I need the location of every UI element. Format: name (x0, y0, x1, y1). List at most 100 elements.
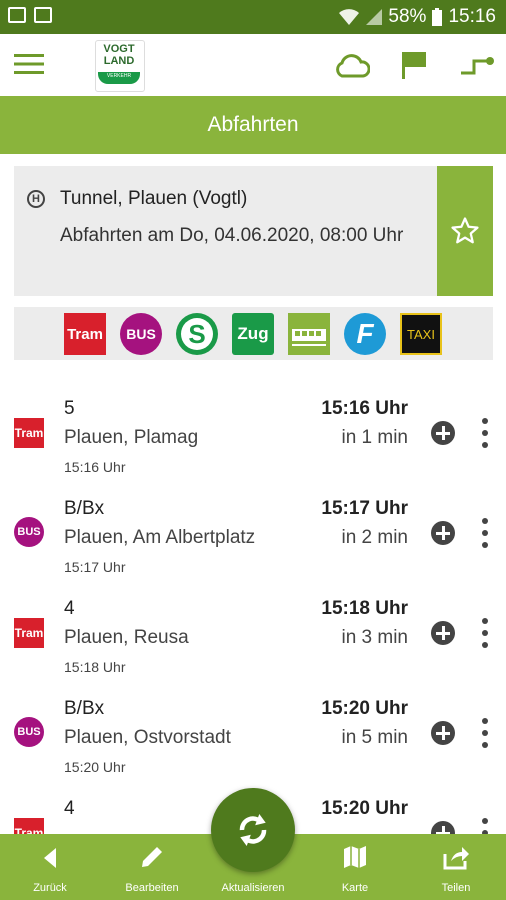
tram-icon: Tram (14, 818, 44, 835)
relative-time: in 5 min (341, 727, 408, 748)
departures-list: Tram 5 Plauen, Plamag 15:16 Uhr 15:16 Uh… (0, 383, 506, 835)
line-number: 4 (64, 798, 75, 819)
image-notification-icon (8, 7, 26, 23)
share-icon (443, 847, 469, 870)
flag-icon[interactable] (401, 50, 427, 80)
mode-icon-label: Tram (14, 626, 44, 640)
departure-time: 15:18 Uhr (321, 598, 408, 619)
status-bar: 58% 15:16 (0, 0, 506, 34)
mode-railcar-button[interactable] (288, 313, 330, 355)
mode-sbahn-button[interactable]: S (176, 313, 218, 355)
mode-zug-label: Zug (237, 324, 269, 343)
destination: Plauen, Ostvorstadt (64, 727, 231, 748)
line-number: 4 (64, 598, 75, 619)
battery-icon (432, 8, 443, 26)
stop-h-label: H (32, 193, 40, 205)
mode-bus-label: BUS (126, 326, 156, 342)
route-icon[interactable] (460, 56, 494, 76)
more-vert-icon[interactable] (480, 818, 490, 835)
refresh-icon (239, 813, 267, 847)
more-vert-icon[interactable] (480, 718, 490, 748)
add-icon[interactable] (431, 621, 455, 645)
add-icon[interactable] (431, 721, 455, 745)
stop-h-icon: H (27, 190, 45, 208)
clock: 15:16 (448, 6, 496, 27)
mode-icon-label: BUS (17, 526, 41, 538)
relative-time: in 1 min (341, 427, 408, 448)
destination: Plauen, Plamag (64, 427, 199, 448)
pencil-icon (142, 847, 162, 867)
star-icon (451, 217, 479, 244)
mode-tram-button[interactable]: Tram (64, 313, 106, 355)
mode-sbahn-label: S (188, 318, 206, 349)
scheduled-time: 15:18 Uhr (64, 659, 126, 675)
add-icon[interactable] (431, 421, 455, 445)
departure-time: 15:16 Uhr (321, 398, 408, 419)
departure-row[interactable]: BUS B/Bx Plauen, Am Albertplatz 15:17 Uh… (0, 483, 506, 584)
departure-time: 15:20 Uhr (321, 798, 408, 819)
mode-bus-button[interactable]: BUS (120, 313, 162, 355)
nav-back-label: Zurück (33, 882, 67, 894)
destination: Plauen, Reusa (64, 627, 189, 648)
nav-refresh-label: Aktualisieren (221, 882, 285, 894)
station-name: Tunnel, Plauen (Vogtl) (60, 188, 248, 209)
departure-time: 15:17 Uhr (321, 498, 408, 519)
station-card[interactable]: H Tunnel, Plauen (Vogtl) Abfahrten am Do… (14, 166, 437, 296)
mode-zug-button[interactable]: Zug (232, 313, 274, 355)
vogtland-logo: VOGT LAND VERKEHR (95, 40, 145, 92)
nav-share-label: Teilen (441, 882, 471, 894)
mode-ferry-label: F (356, 318, 374, 349)
mode-taxi-button[interactable]: TAXI (400, 313, 442, 355)
battery-percent: 58% (388, 6, 427, 27)
tram-icon: Tram (14, 618, 44, 648)
bus-icon: BUS (14, 517, 44, 547)
mode-ferry-button[interactable]: F (344, 313, 386, 355)
logo-text-3: VERKEHR (106, 73, 132, 79)
nav-edit-label: Bearbeiten (125, 882, 179, 894)
departure-row[interactable]: Tram 4 Plauen, Reusa 15:18 Uhr 15:18 Uhr… (0, 583, 506, 684)
nav-map-button[interactable]: Karte (315, 834, 395, 900)
mode-filter-bar: Tram BUS S Zug F TAXI (14, 307, 493, 360)
tram-icon: Tram (14, 418, 44, 448)
nav-back-button[interactable]: Zurück (10, 834, 90, 900)
wifi-icon (339, 9, 360, 25)
favorite-button[interactable] (437, 166, 493, 296)
refresh-button[interactable] (211, 788, 295, 872)
scheduled-time: 15:20 Uhr (64, 759, 126, 775)
relative-time: in 2 min (341, 527, 408, 548)
scheduled-time: 15:16 Uhr (64, 459, 126, 475)
mode-taxi-label: TAXI (407, 326, 435, 342)
line-number: B/Bx (64, 498, 105, 519)
more-vert-icon[interactable] (480, 518, 490, 548)
bus-icon: BUS (14, 717, 44, 747)
departure-row[interactable]: BUS B/Bx Plauen, Ostvorstadt 15:20 Uhr 1… (0, 683, 506, 784)
add-icon[interactable] (431, 521, 455, 545)
mode-icon-label: BUS (17, 726, 41, 738)
departure-time: 15:20 Uhr (321, 698, 408, 719)
departure-row[interactable]: Tram 5 Plauen, Plamag 15:16 Uhr 15:16 Uh… (0, 383, 506, 484)
more-vert-icon[interactable] (480, 618, 490, 648)
line-number: 5 (64, 398, 75, 419)
mode-icon-label: Tram (14, 426, 44, 440)
destination: Plauen, Am Albertplatz (64, 527, 256, 548)
cloud-icon[interactable] (334, 54, 370, 78)
back-arrow-icon (44, 848, 56, 868)
nav-map-label: Karte (341, 882, 369, 894)
logo-text-2: LAND (103, 55, 135, 67)
nav-edit-button[interactable]: Bearbeiten (112, 834, 192, 900)
page-title: Abfahrten (0, 96, 506, 154)
menu-icon[interactable] (14, 52, 44, 76)
mode-tram-label: Tram (67, 325, 103, 343)
departure-datetime: Abfahrten am Do, 04.06.2020, 08:00 Uhr (60, 225, 404, 246)
more-vert-icon[interactable] (480, 418, 490, 448)
add-icon[interactable] (431, 821, 455, 835)
line-number: B/Bx (64, 698, 105, 719)
relative-time: in 3 min (341, 627, 408, 648)
logo-text-1: VOGT (103, 43, 135, 55)
scheduled-time: 15:17 Uhr (64, 559, 126, 575)
railcar-icon (292, 329, 326, 346)
app-toolbar: VOGT LAND VERKEHR (0, 34, 506, 97)
map-icon (344, 846, 366, 868)
nav-share-button[interactable]: Teilen (416, 834, 496, 900)
mail-notification-icon (34, 7, 52, 23)
